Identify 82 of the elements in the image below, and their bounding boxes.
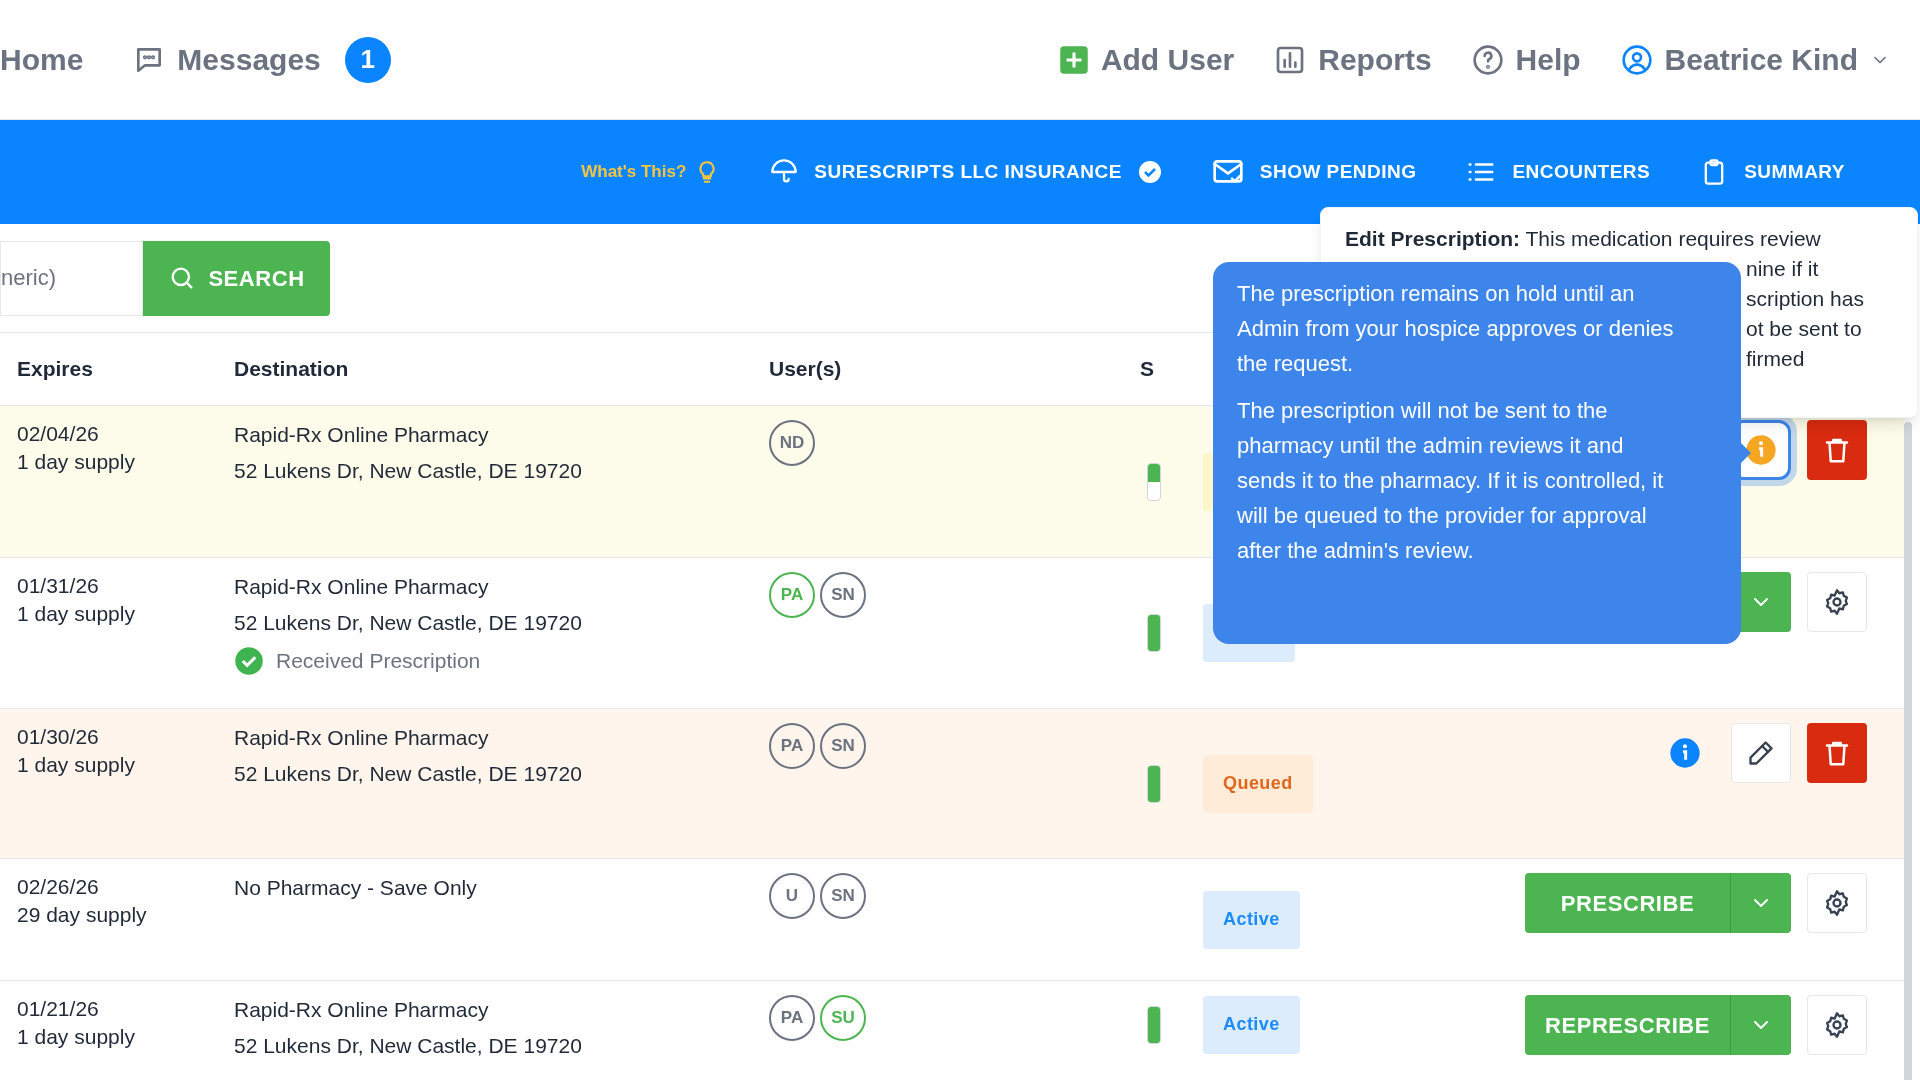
popover-text: nine if it xyxy=(1746,256,1819,282)
user-avatar: SN xyxy=(820,873,866,919)
help-link[interactable]: Help xyxy=(1471,37,1581,82)
help-icon xyxy=(1471,43,1504,76)
supply-text: 1 day supply xyxy=(17,1024,136,1050)
popover-text: Edit Prescription: This medication requires review xyxy=(1345,226,1821,252)
delete-button[interactable] xyxy=(1807,420,1867,480)
settings-icon xyxy=(1823,1011,1851,1039)
user-icon xyxy=(1620,43,1653,76)
settings-button[interactable] xyxy=(1807,572,1867,632)
popover-text: ot be sent to xyxy=(1746,316,1862,342)
user-avatar: U xyxy=(769,873,815,919)
pharmacy-name: Rapid-Rx Online Pharmacy xyxy=(234,997,490,1023)
check-circle-icon xyxy=(234,646,264,676)
status-badge: Active xyxy=(1203,890,1300,949)
home-link[interactable]: Home xyxy=(0,37,84,82)
supply-text: 29 day supply xyxy=(17,902,148,928)
level-meter xyxy=(1147,764,1161,803)
prescribe-button[interactable]: PRESCRIBE xyxy=(1525,873,1730,933)
messages-link[interactable]: Messages 1 xyxy=(133,36,391,83)
plus-icon xyxy=(1058,44,1089,75)
pharmacy-address: 52 Lukens Dr, New Castle, DE 19720 xyxy=(234,761,583,787)
search-button[interactable]: SEARCH xyxy=(143,240,330,316)
pharmacy-address: 52 Lukens Dr, New Castle, DE 19720 xyxy=(234,458,583,484)
user-avatar: PA xyxy=(769,723,815,769)
status-badge xyxy=(1203,452,1213,511)
toolbar-link[interactable]: SHOW PENDING xyxy=(1211,156,1417,188)
info-icon xyxy=(1745,434,1777,466)
expiry-date: 02/26/26 xyxy=(17,874,100,900)
settings-button[interactable] xyxy=(1807,873,1867,933)
whats-this-link[interactable]: What's This? xyxy=(581,159,721,185)
status-note: Received Prescription xyxy=(276,648,481,674)
status-badge: Queued xyxy=(1203,754,1313,813)
popover-text: firmed xyxy=(1746,346,1805,372)
user-avatar: PA xyxy=(769,572,815,618)
settings-icon xyxy=(1823,889,1851,917)
expiry-date: 01/30/26 xyxy=(17,724,100,750)
level-meter xyxy=(1147,614,1161,652)
settings-icon xyxy=(1823,588,1851,616)
unread-badge: 1 xyxy=(344,36,391,83)
pharmacy-name: No Pharmacy - Save Only xyxy=(234,875,478,901)
tooltip-text: The prescription remains on hold until an Admin from your hospice approves or denies the request. xyxy=(1237,280,1675,378)
insurance-link[interactable]: SURESCRIPTS LLC INSURANCE xyxy=(770,157,1162,187)
edit-button[interactable] xyxy=(1731,723,1791,783)
supply-text: 1 day supply xyxy=(17,601,136,627)
pharmacy-address: 52 Lukens Dr, New Castle, DE 19720 xyxy=(234,610,583,636)
pencil-icon xyxy=(1747,739,1775,767)
search-field[interactable]: neric) xyxy=(0,240,143,316)
scrollbar[interactable] xyxy=(1904,422,1912,1080)
column-header: User(s) xyxy=(769,356,843,383)
user-avatar: ND xyxy=(769,420,815,466)
user-avatar: SN xyxy=(820,723,866,769)
column-header: Destination xyxy=(234,356,350,383)
level-meter xyxy=(1147,1005,1161,1044)
settings-button[interactable] xyxy=(1807,995,1867,1055)
expiry-date: 01/21/26 xyxy=(17,996,100,1022)
popover-text: scription has xyxy=(1746,286,1864,312)
user-avatar: SN xyxy=(820,572,866,618)
reports-link[interactable]: Reports xyxy=(1274,37,1432,82)
add-user-link[interactable]: Add User xyxy=(1058,37,1235,82)
pharmacy-name: Rapid-Rx Online Pharmacy xyxy=(234,574,490,600)
info-icon[interactable] xyxy=(1669,737,1701,769)
column-header: Expires xyxy=(17,356,94,383)
column-header: S xyxy=(1140,356,1155,383)
supply-text: 1 day supply xyxy=(17,752,136,778)
toolbar-link[interactable]: ENCOUNTERS xyxy=(1466,157,1651,187)
level-meter xyxy=(1147,462,1161,501)
delete-button[interactable] xyxy=(1807,723,1867,783)
check-circle-icon xyxy=(1137,160,1162,184)
supply-text: 1 day supply xyxy=(17,449,136,475)
status-badge: Active xyxy=(1203,995,1300,1054)
user-menu[interactable]: Beatrice Kind xyxy=(1620,37,1890,82)
expiry-date: 02/04/26 xyxy=(17,421,100,447)
pharmacy-name: Rapid-Rx Online Pharmacy xyxy=(234,725,490,751)
user-avatar: SU xyxy=(820,995,866,1041)
pharmacy-address: 52 Lukens Dr, New Castle, DE 19720 xyxy=(234,1033,583,1059)
tooltip-text: The prescription will not be sent to the pharmacy until the admin reviews it and sends it to the pharmacy. If it is controlled, it will be queued to the provider for approval after the admin's review. xyxy=(1237,397,1665,565)
pharmacy-name: Rapid-Rx Online Pharmacy xyxy=(234,422,490,448)
prescribe-button[interactable]: REPRESCRIBE xyxy=(1525,995,1730,1055)
user-avatar: PA xyxy=(769,995,815,1041)
expiry-date: 01/31/26 xyxy=(17,573,100,599)
toolbar-link[interactable]: SUMMARY xyxy=(1700,157,1845,187)
